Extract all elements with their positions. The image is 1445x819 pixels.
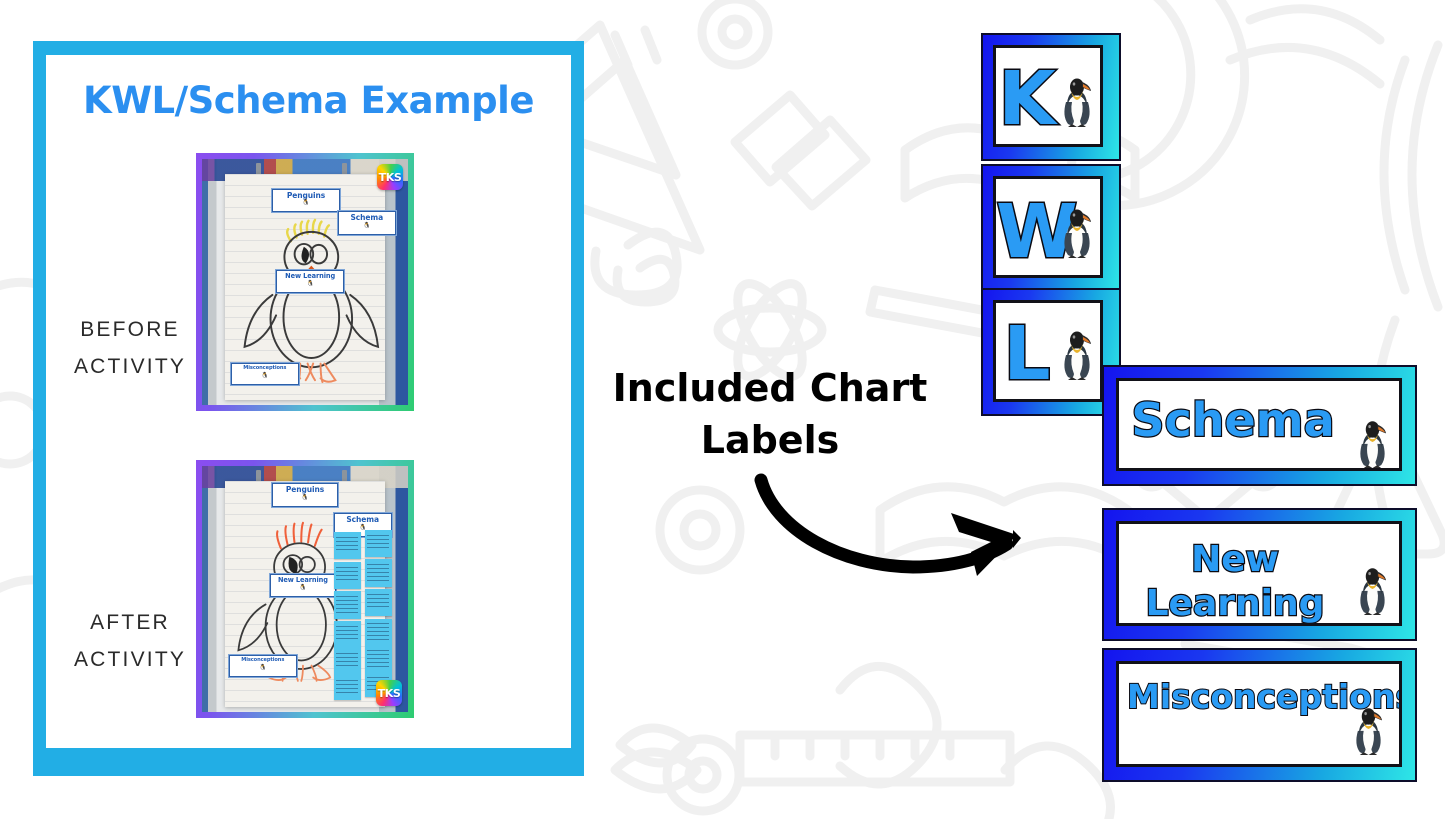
after-activity-line2: ACTIVITY bbox=[73, 648, 187, 672]
sticky-note bbox=[333, 620, 361, 649]
penguin-image bbox=[1064, 209, 1091, 258]
sticky-note bbox=[364, 559, 392, 587]
penguin-image bbox=[1360, 421, 1386, 468]
heading-line1: Included Chart bbox=[612, 366, 928, 410]
mini-label-misconceptions: Misconceptions 🐧 bbox=[228, 655, 297, 677]
sticky-note bbox=[364, 529, 392, 557]
after-activity-line1: AFTER bbox=[90, 611, 170, 634]
label-card-l-inner: L bbox=[993, 300, 1103, 402]
page-title: KWL/Schema Example bbox=[83, 79, 534, 122]
label-card-schema[interactable]: Schema bbox=[1102, 365, 1417, 486]
label-card-new-learning-inner: New Learning bbox=[1116, 521, 1402, 626]
sticky-note bbox=[333, 675, 361, 700]
penguin-image bbox=[1064, 331, 1091, 380]
mini-label-new-learning: New Learning 🐧 bbox=[276, 269, 345, 293]
label-card-new-learning[interactable]: New Learning bbox=[1102, 508, 1417, 641]
label-card-w-inner: W bbox=[993, 176, 1103, 278]
label-card-k[interactable]: K bbox=[981, 33, 1121, 161]
example-panel: KWL/Schema Example BEFORE ACTIVITY AFTER… bbox=[33, 41, 584, 776]
after-activity-label: AFTER ACTIVITY bbox=[60, 604, 200, 679]
label-card-schema-inner: Schema bbox=[1116, 378, 1402, 471]
mini-label-penguins: Penguins 🐧 bbox=[272, 483, 338, 508]
before-photo-content: Penguins 🐧 Schema 🐧 New Learning 🐧 Misco… bbox=[202, 159, 408, 405]
after-photo-content: Penguins 🐧 Schema 🐧 New Learning 🐧 Misco… bbox=[202, 466, 408, 712]
included-chart-labels-heading: Included Chart Labels bbox=[596, 363, 944, 466]
sticky-note bbox=[364, 618, 392, 646]
before-activity-photo: Penguins 🐧 Schema 🐧 New Learning 🐧 Misco… bbox=[196, 153, 414, 411]
sticky-note bbox=[364, 645, 392, 673]
sticky-note bbox=[333, 532, 361, 560]
before-activity-label: BEFORE ACTIVITY bbox=[60, 311, 200, 386]
sticky-note bbox=[364, 589, 392, 617]
label-card-misconceptions-inner: Misconceptions bbox=[1116, 661, 1402, 767]
label-card-w[interactable]: W bbox=[981, 164, 1121, 292]
label-card-l[interactable]: L bbox=[981, 288, 1121, 416]
curved-arrow-right-icon bbox=[754, 473, 1021, 576]
penguin-image bbox=[1356, 708, 1382, 756]
sticky-note bbox=[333, 561, 361, 589]
before-activity-line1: BEFORE bbox=[80, 318, 180, 341]
penguin-image bbox=[1064, 78, 1091, 127]
sticky-note bbox=[333, 648, 361, 676]
example-panel-inner: KWL/Schema Example BEFORE ACTIVITY AFTER… bbox=[46, 55, 571, 748]
penguin-image bbox=[1360, 568, 1386, 616]
mini-label-new-learning: New Learning 🐧 bbox=[269, 574, 336, 598]
label-card-misconceptions[interactable]: Misconceptions bbox=[1102, 648, 1417, 782]
mini-label-misconceptions: Misconceptions 🐧 bbox=[230, 363, 299, 385]
label-card-k-inner: K bbox=[993, 45, 1103, 147]
heading-line2: Labels bbox=[700, 417, 840, 462]
tks-logo: TKS bbox=[377, 164, 403, 190]
slide-canvas: KWL/Schema Example BEFORE ACTIVITY AFTER… bbox=[0, 0, 1445, 819]
mini-label-penguins: Penguins 🐧 bbox=[272, 188, 340, 213]
after-activity-photo: Penguins 🐧 Schema 🐧 New Learning 🐧 Misco… bbox=[196, 460, 414, 718]
tks-logo: TKS bbox=[376, 680, 402, 706]
mini-label-schema: Schema 🐧 bbox=[337, 210, 396, 235]
sticky-note bbox=[333, 591, 361, 619]
before-activity-line2: ACTIVITY bbox=[73, 355, 187, 379]
